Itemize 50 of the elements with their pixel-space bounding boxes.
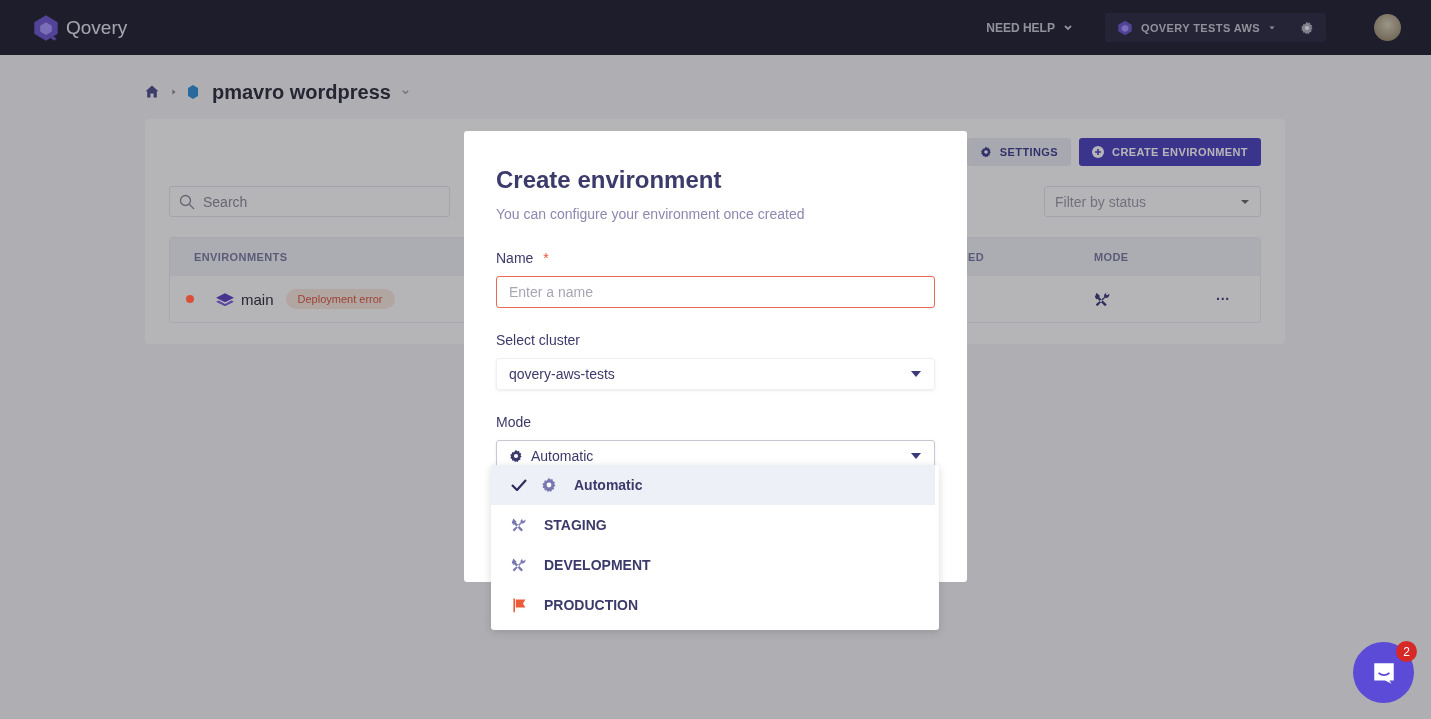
name-field[interactable]: Enter a name bbox=[496, 276, 935, 308]
caret-right-icon bbox=[170, 87, 178, 97]
status-badge: Deployment error bbox=[285, 289, 395, 309]
field-label: Select cluster bbox=[496, 332, 581, 348]
logo-icon bbox=[32, 13, 60, 42]
gear-icon[interactable] bbox=[1300, 20, 1314, 35]
wrench-screwdriver-icon bbox=[1094, 290, 1111, 308]
caret-down-icon bbox=[910, 451, 922, 461]
settings-button[interactable]: SETTINGS bbox=[966, 138, 1072, 166]
plus-circle-icon bbox=[1092, 146, 1105, 158]
chevron-down-icon bbox=[400, 87, 410, 97]
flag-icon bbox=[511, 597, 527, 613]
dropdown-option[interactable]: Automatic bbox=[491, 465, 935, 505]
column-header: ED bbox=[967, 251, 985, 263]
dialog-title: Create environment bbox=[496, 166, 723, 194]
dropdown-option[interactable]: PRODUCTION bbox=[491, 585, 939, 625]
help-menu[interactable]: NEED HELP bbox=[986, 20, 1073, 35]
gear-icon bbox=[509, 449, 523, 463]
layers-icon bbox=[216, 292, 234, 306]
gear-icon bbox=[979, 146, 992, 158]
create-button[interactable]: CREATE ENVIRONMENT bbox=[1079, 138, 1261, 166]
gear-icon bbox=[541, 477, 557, 493]
wrench-screwdriver-icon bbox=[511, 517, 527, 533]
wrench-screwdriver-icon bbox=[511, 557, 527, 573]
logo-text[interactable]: Qovery bbox=[66, 16, 128, 39]
field-label: Mode bbox=[496, 414, 532, 430]
home-icon bbox=[144, 84, 160, 100]
column-header: ENVIRONMENTS bbox=[194, 251, 288, 263]
select-field[interactable]: qovery-aws-tests bbox=[496, 358, 935, 390]
search-field[interactable]: Search bbox=[169, 186, 450, 217]
column-header: MODE bbox=[1094, 251, 1129, 263]
chevron-down-icon bbox=[1062, 22, 1073, 33]
dropdown-option[interactable]: DEVELOPMENT bbox=[491, 545, 939, 585]
more-menu[interactable]: ··· bbox=[1216, 291, 1230, 307]
check-icon bbox=[511, 479, 527, 491]
chat-button[interactable] bbox=[1353, 642, 1414, 703]
logo-icon bbox=[1116, 19, 1133, 36]
hexagon-icon bbox=[188, 85, 198, 99]
caret-down-icon bbox=[1268, 23, 1276, 32]
field-label: Name bbox=[496, 250, 534, 266]
notification-badge: 2 bbox=[1396, 641, 1417, 662]
avatar[interactable] bbox=[1374, 14, 1401, 41]
caret-down-icon bbox=[910, 369, 922, 379]
dropdown-option[interactable]: STAGING bbox=[491, 505, 939, 545]
dialog-subtitle: You can configure your environment once created bbox=[496, 206, 806, 222]
organization-menu[interactable]: QOVERY TESTS AWS bbox=[1116, 19, 1276, 36]
required-mark: * bbox=[543, 250, 549, 266]
project-name[interactable]: pmavro wordpress bbox=[212, 80, 391, 104]
search-icon bbox=[179, 194, 195, 210]
environment-name[interactable]: main bbox=[241, 290, 274, 308]
